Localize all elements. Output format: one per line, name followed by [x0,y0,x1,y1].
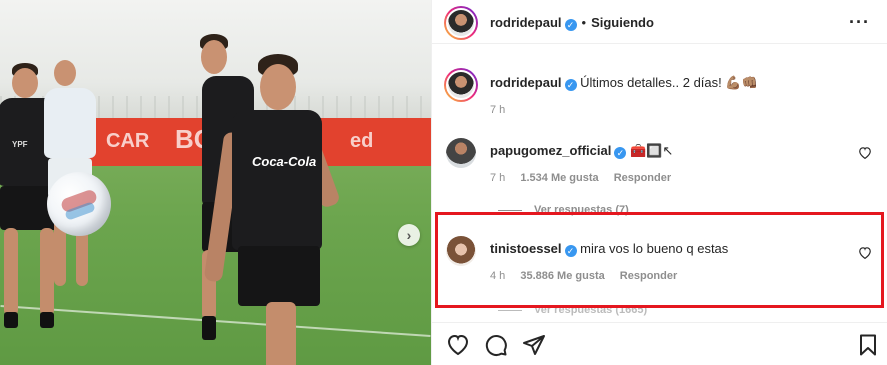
following-button[interactable]: Siguiendo [591,15,654,30]
comment-text: 🧰🔲↖ [629,143,674,158]
heart-icon[interactable] [858,146,872,160]
ad-text: CAR [106,130,150,152]
post-photo[interactable]: CAR BC ed YPF Coca-Cola › [0,0,431,365]
verified-badge-icon: ✓ [564,79,577,91]
bookmark-icon[interactable] [856,333,880,357]
caption-text: Últimos detalles.. 2 días! 💪🏽👊🏽 [580,75,758,90]
heart-icon[interactable] [446,333,470,357]
player-main: Coca-Cola [200,52,360,365]
verified-badge-icon: ✓ [614,147,627,159]
commenter-avatar[interactable] [446,138,476,168]
verified-badge-icon: ✓ [564,19,577,31]
chevron-right-icon[interactable]: › [398,224,420,246]
post-header: rodridepaul ✓ • Siguiendo ··· [432,0,887,44]
caption-avatar[interactable] [444,68,478,102]
reply-button[interactable]: Responder [614,172,671,184]
action-bar [432,322,887,365]
soccer-ball [47,172,111,236]
more-options-icon[interactable]: ··· [849,12,870,33]
caption-username[interactable]: rodridepaul [490,75,562,90]
caption-row: rodridepaul ✓ Últimos detalles.. 2 días! … [432,66,887,122]
separator-dot: • [581,15,587,30]
post-panel: rodridepaul ✓ • Siguiendo ··· rodridepaul ✓ … [431,0,887,365]
author-avatar[interactable] [444,6,478,40]
comment-icon[interactable] [484,333,508,357]
commenter-username[interactable]: papugomez_official [490,143,611,158]
author-username[interactable]: rodridepaul [490,15,562,30]
share-icon[interactable] [522,333,546,357]
comment-time[interactable]: 7 h [490,172,505,184]
comment-item: papugomez_official ✓ 🧰🔲↖ 7 h 1.534 Me gus… [432,136,887,216]
highlight-box [435,212,884,308]
shirt-sponsor: Coca-Cola [252,154,317,169]
caption-time[interactable]: 7 h [490,104,505,116]
shirt-sponsor: YPF [12,140,28,149]
comment-likes[interactable]: 1.534 Me gusta [520,172,598,184]
